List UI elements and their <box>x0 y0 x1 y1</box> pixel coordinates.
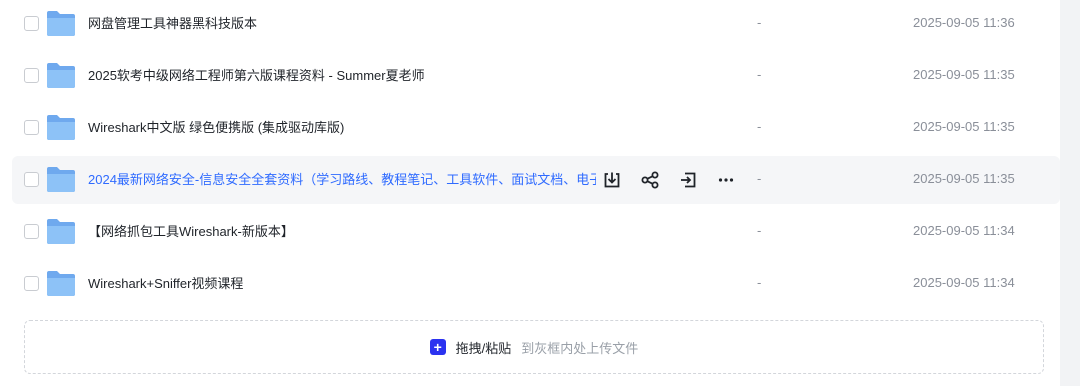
folder-icon <box>47 63 75 88</box>
download-icon[interactable] <box>600 168 623 191</box>
file-date: 2025-09-05 11:35 <box>913 119 1015 134</box>
folder-icon <box>47 167 75 192</box>
row-checkbox[interactable] <box>24 16 39 31</box>
file-name[interactable]: Wireshark中文版 绿色便携版 (集成驱动库版) <box>88 119 344 137</box>
file-row[interactable]: 2024最新网络安全-信息安全全套资料（学习路线、教程笔记、工具软件、面试文档、… <box>12 156 1060 204</box>
file-name[interactable]: 2025软考中级网络工程师第六版课程资料 - Summer夏老师 <box>88 67 425 85</box>
scrollbar-track[interactable] <box>1060 0 1080 386</box>
upload-hint: 到灰框内处上传文件 <box>521 340 639 356</box>
row-checkbox[interactable] <box>24 120 39 135</box>
file-size: - <box>757 15 762 30</box>
upload-label: 拖拽/粘贴 <box>455 340 512 356</box>
file-name[interactable]: Wireshark+Sniffer视频课程 <box>88 275 243 293</box>
folder-icon <box>47 271 75 296</box>
file-row[interactable]: 【网络抓包工具Wireshark-新版本】 - 2025-09-05 11:34 <box>12 208 1060 256</box>
file-date: 2025-09-05 11:34 <box>913 223 1015 238</box>
row-checkbox[interactable] <box>24 276 39 291</box>
file-date: 2025-09-05 11:35 <box>913 171 1015 186</box>
file-date: 2025-09-05 11:35 <box>913 67 1015 82</box>
move-icon[interactable] <box>676 168 699 191</box>
folder-icon <box>47 115 75 140</box>
file-name[interactable]: 网盘管理工具神器黑科技版本 <box>88 15 257 33</box>
more-icon[interactable] <box>714 168 737 191</box>
file-name[interactable]: 2024最新网络安全-信息安全全套资料（学习路线、教程笔记、工具软件、面试文档、… <box>88 171 596 189</box>
file-row[interactable]: Wireshark中文版 绿色便携版 (集成驱动库版) - 2025-09-05… <box>12 104 1060 152</box>
file-date: 2025-09-05 11:34 <box>913 275 1015 290</box>
file-name[interactable]: 【网络抓包工具Wireshark-新版本】 <box>88 223 294 241</box>
upload-dropzone[interactable]: + 拖拽/粘贴 到灰框内处上传文件 <box>24 320 1044 374</box>
file-list: 网盘管理工具神器黑科技版本 - 2025-09-05 11:36 2025软考中… <box>12 0 1060 312</box>
file-size: - <box>757 275 762 290</box>
file-row[interactable]: 2025软考中级网络工程师第六版课程资料 - Summer夏老师 - 2025-… <box>12 52 1060 100</box>
row-checkbox[interactable] <box>24 68 39 83</box>
folder-icon <box>47 11 75 36</box>
file-size: - <box>757 223 762 238</box>
row-actions <box>600 168 737 191</box>
file-row[interactable]: Wireshark+Sniffer视频课程 - 2025-09-05 11:34 <box>12 260 1060 308</box>
add-icon[interactable]: + <box>429 339 446 355</box>
row-checkbox[interactable] <box>24 172 39 187</box>
file-size: - <box>757 67 762 82</box>
folder-icon <box>47 219 75 244</box>
row-checkbox[interactable] <box>24 224 39 239</box>
file-row[interactable]: 网盘管理工具神器黑科技版本 - 2025-09-05 11:36 <box>12 0 1060 48</box>
share-icon[interactable] <box>638 168 661 191</box>
file-size: - <box>757 119 762 134</box>
file-size: - <box>757 171 762 186</box>
file-date: 2025-09-05 11:36 <box>913 15 1015 30</box>
